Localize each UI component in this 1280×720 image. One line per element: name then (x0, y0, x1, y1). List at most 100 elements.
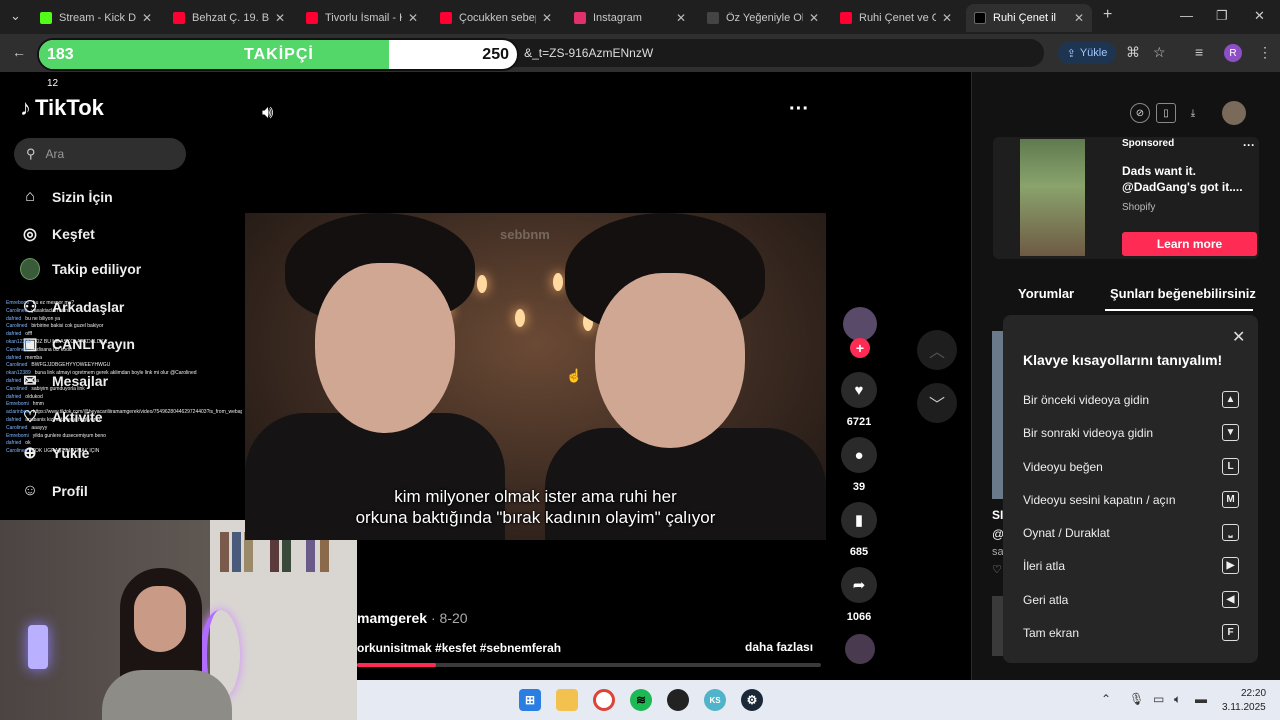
obs-icon[interactable] (667, 689, 689, 711)
sidebar-item-following[interactable]: Takip ediliyor (20, 258, 141, 280)
streamer-webcam (0, 520, 357, 720)
chevron-up-icon: ︿ (928, 344, 945, 361)
coin-icon[interactable]: ⊘ (1130, 103, 1150, 123)
tab-label: Stream - Kick Da (59, 12, 136, 24)
webcam-light (28, 625, 48, 669)
close-icon[interactable]: ✕ (1232, 327, 1245, 347)
youtube-favicon-icon (440, 12, 452, 24)
tab-behzat[interactable]: Behzat Ç. 19. Bö ✕ (165, 4, 293, 32)
video-player[interactable]: sebbnm kim milyoner olmak ister ama ruhi… (245, 213, 826, 540)
tab-ruhi-cenet-tiktok[interactable]: Ruhi Çenet il ✕ (966, 4, 1092, 32)
more-link[interactable]: daha fazlası (745, 640, 813, 654)
sidebar-item-explore[interactable]: ◎ Keşfet (20, 224, 95, 244)
tiktok-note-icon: ♪ (20, 95, 31, 120)
user-avatar[interactable] (1222, 101, 1246, 125)
search-input[interactable]: ⚲ Ara (14, 138, 186, 170)
like-button[interactable]: ♥ (841, 372, 877, 408)
spotify-icon[interactable]: ≋ (630, 689, 652, 711)
chevron-up-icon[interactable]: ⌃ (1101, 692, 1111, 706)
restore-icon[interactable]: ❐ (1216, 8, 1228, 24)
minimize-icon[interactable]: — (1180, 8, 1193, 23)
video-caption[interactable]: orkunisitmak #kesfet #sebnemferah (357, 641, 561, 655)
tab-you-may-like[interactable]: Şunları beğenebilirsiniz (1110, 286, 1256, 301)
share-button[interactable]: ➦ (841, 567, 877, 603)
creator-avatar[interactable] (843, 307, 877, 341)
tab-cocukken[interactable]: Çocukken sebep ✕ (432, 4, 560, 32)
share-action: ➦ 1066 (840, 567, 878, 623)
save-button[interactable]: ▮ (841, 502, 877, 538)
back-icon[interactable]: ← (12, 44, 26, 60)
chrome-icon[interactable] (593, 689, 615, 711)
follower-goal-target: 250 (482, 46, 509, 63)
steam-icon[interactable]: ⚙ (741, 689, 763, 711)
microphone-icon[interactable]: 🎙︎ (1129, 692, 1144, 706)
sidebar-item-for-you[interactable]: ⌂ Sizin İçin (20, 187, 113, 207)
tab-ruhi-cenet-youtube[interactable]: Ruhi Çenet ve Ol ✕ (832, 4, 960, 32)
windows-start-icon[interactable]: ⊞ (519, 689, 541, 711)
close-icon[interactable]: ✕ (142, 11, 152, 25)
arrow-up-key-icon: ▲ (1222, 391, 1239, 408)
tab-tivorlu[interactable]: Tivorlu İsmail - Ho ✕ (298, 4, 426, 32)
tab-kick-stream[interactable]: Stream - Kick Da ✕ (32, 4, 160, 32)
tab-search-icon[interactable]: ⌄ (10, 8, 21, 24)
new-tab-button[interactable]: + (1103, 6, 1112, 24)
chat-text: https://www.tiktok.com/@heyacariliiramam… (32, 409, 242, 416)
heart-icon: ♥ (854, 381, 864, 399)
shortcut-row: Geri atla ◀ (1023, 591, 1239, 608)
close-icon[interactable]: ✕ (809, 11, 819, 25)
close-icon[interactable]: ✕ (942, 11, 952, 25)
chat-username: dafried (6, 416, 22, 423)
close-window-icon[interactable]: ✕ (1254, 8, 1265, 24)
close-icon[interactable]: ✕ (676, 11, 686, 25)
volume-icon[interactable]: 🔊︎ (262, 102, 273, 123)
tab-label: Instagram (593, 12, 642, 24)
learn-more-button[interactable]: Learn more (1122, 232, 1257, 256)
close-icon[interactable]: ✕ (1074, 11, 1084, 25)
youtube-favicon-icon (306, 12, 318, 24)
chat-text: bu ne biliyon ya (25, 315, 61, 322)
comment-button[interactable]: ● (841, 437, 877, 473)
clock-date[interactable]: 3.11.2025 (1222, 702, 1266, 713)
chat-message: Carolined aaayyy (6, 425, 242, 433)
download-icon[interactable]: ⤓ (1183, 103, 1203, 123)
tab-oz-yegeniyle[interactable]: Öz Yeğeniyle Ol ✕ (699, 4, 827, 32)
more-options-icon[interactable]: ··· (789, 98, 809, 121)
music-disc[interactable] (845, 634, 875, 664)
ad-more-icon[interactable]: ··· (1243, 138, 1255, 152)
chat-message: dafried oldukod (6, 394, 242, 402)
next-video-button[interactable]: ﹀ (917, 383, 957, 423)
ad-thumbnail[interactable] (1020, 139, 1085, 256)
follow-plus-button[interactable]: + (850, 338, 870, 358)
close-icon[interactable]: ✕ (275, 11, 285, 25)
battery-icon[interactable]: ▬ (1195, 692, 1207, 706)
tab-label: Ruhi Çenet ve Ol (859, 12, 936, 24)
chat-username: dafried (6, 331, 22, 338)
video-author[interactable]: mamgerek · 8-20 (357, 610, 468, 626)
tab-instagram[interactable]: Instagram ✕ (566, 4, 694, 32)
file-explorer-icon[interactable] (556, 689, 578, 711)
browser-profile-avatar[interactable]: R (1224, 44, 1242, 62)
speaker-icon[interactable]: 🔈︎ (1174, 692, 1181, 707)
translate-icon[interactable]: ⌘ (1126, 44, 1140, 61)
close-icon[interactable]: ✕ (408, 11, 418, 25)
shortcut-row: İleri atla ▶ (1023, 557, 1239, 574)
tab-comments[interactable]: Yorumlar (1018, 286, 1074, 301)
media-control-icon[interactable]: ≡ (1195, 44, 1203, 60)
kick-studio-icon[interactable]: KS (704, 689, 726, 711)
chat-username: Carolined (6, 385, 28, 392)
previous-video-button[interactable]: ︿ (917, 330, 957, 370)
device-icon[interactable]: ▯ (1156, 103, 1176, 123)
close-icon[interactable]: ✕ (542, 11, 552, 25)
browser-menu-icon[interactable]: ⋮ (1258, 44, 1272, 61)
upload-label: Yükle (1079, 47, 1108, 59)
bookmark-star-icon[interactable]: ☆ (1153, 44, 1166, 61)
tiktok-logo[interactable]: ♪ TikTok (20, 95, 104, 121)
display-icon[interactable]: ▭ (1153, 692, 1164, 706)
home-icon: ⌂ (25, 188, 35, 205)
ad-brand: Shopify (1122, 202, 1156, 213)
upload-button[interactable]: ⇪ Yükle (1058, 42, 1116, 64)
tab-label: Ruhi Çenet il (993, 12, 1056, 24)
video-progress-bar[interactable] (357, 663, 821, 667)
clock-time[interactable]: 22:20 (1241, 688, 1266, 699)
video-subtitle-line2: orkuna baktığında "bırak kadının olayim"… (355, 508, 716, 527)
